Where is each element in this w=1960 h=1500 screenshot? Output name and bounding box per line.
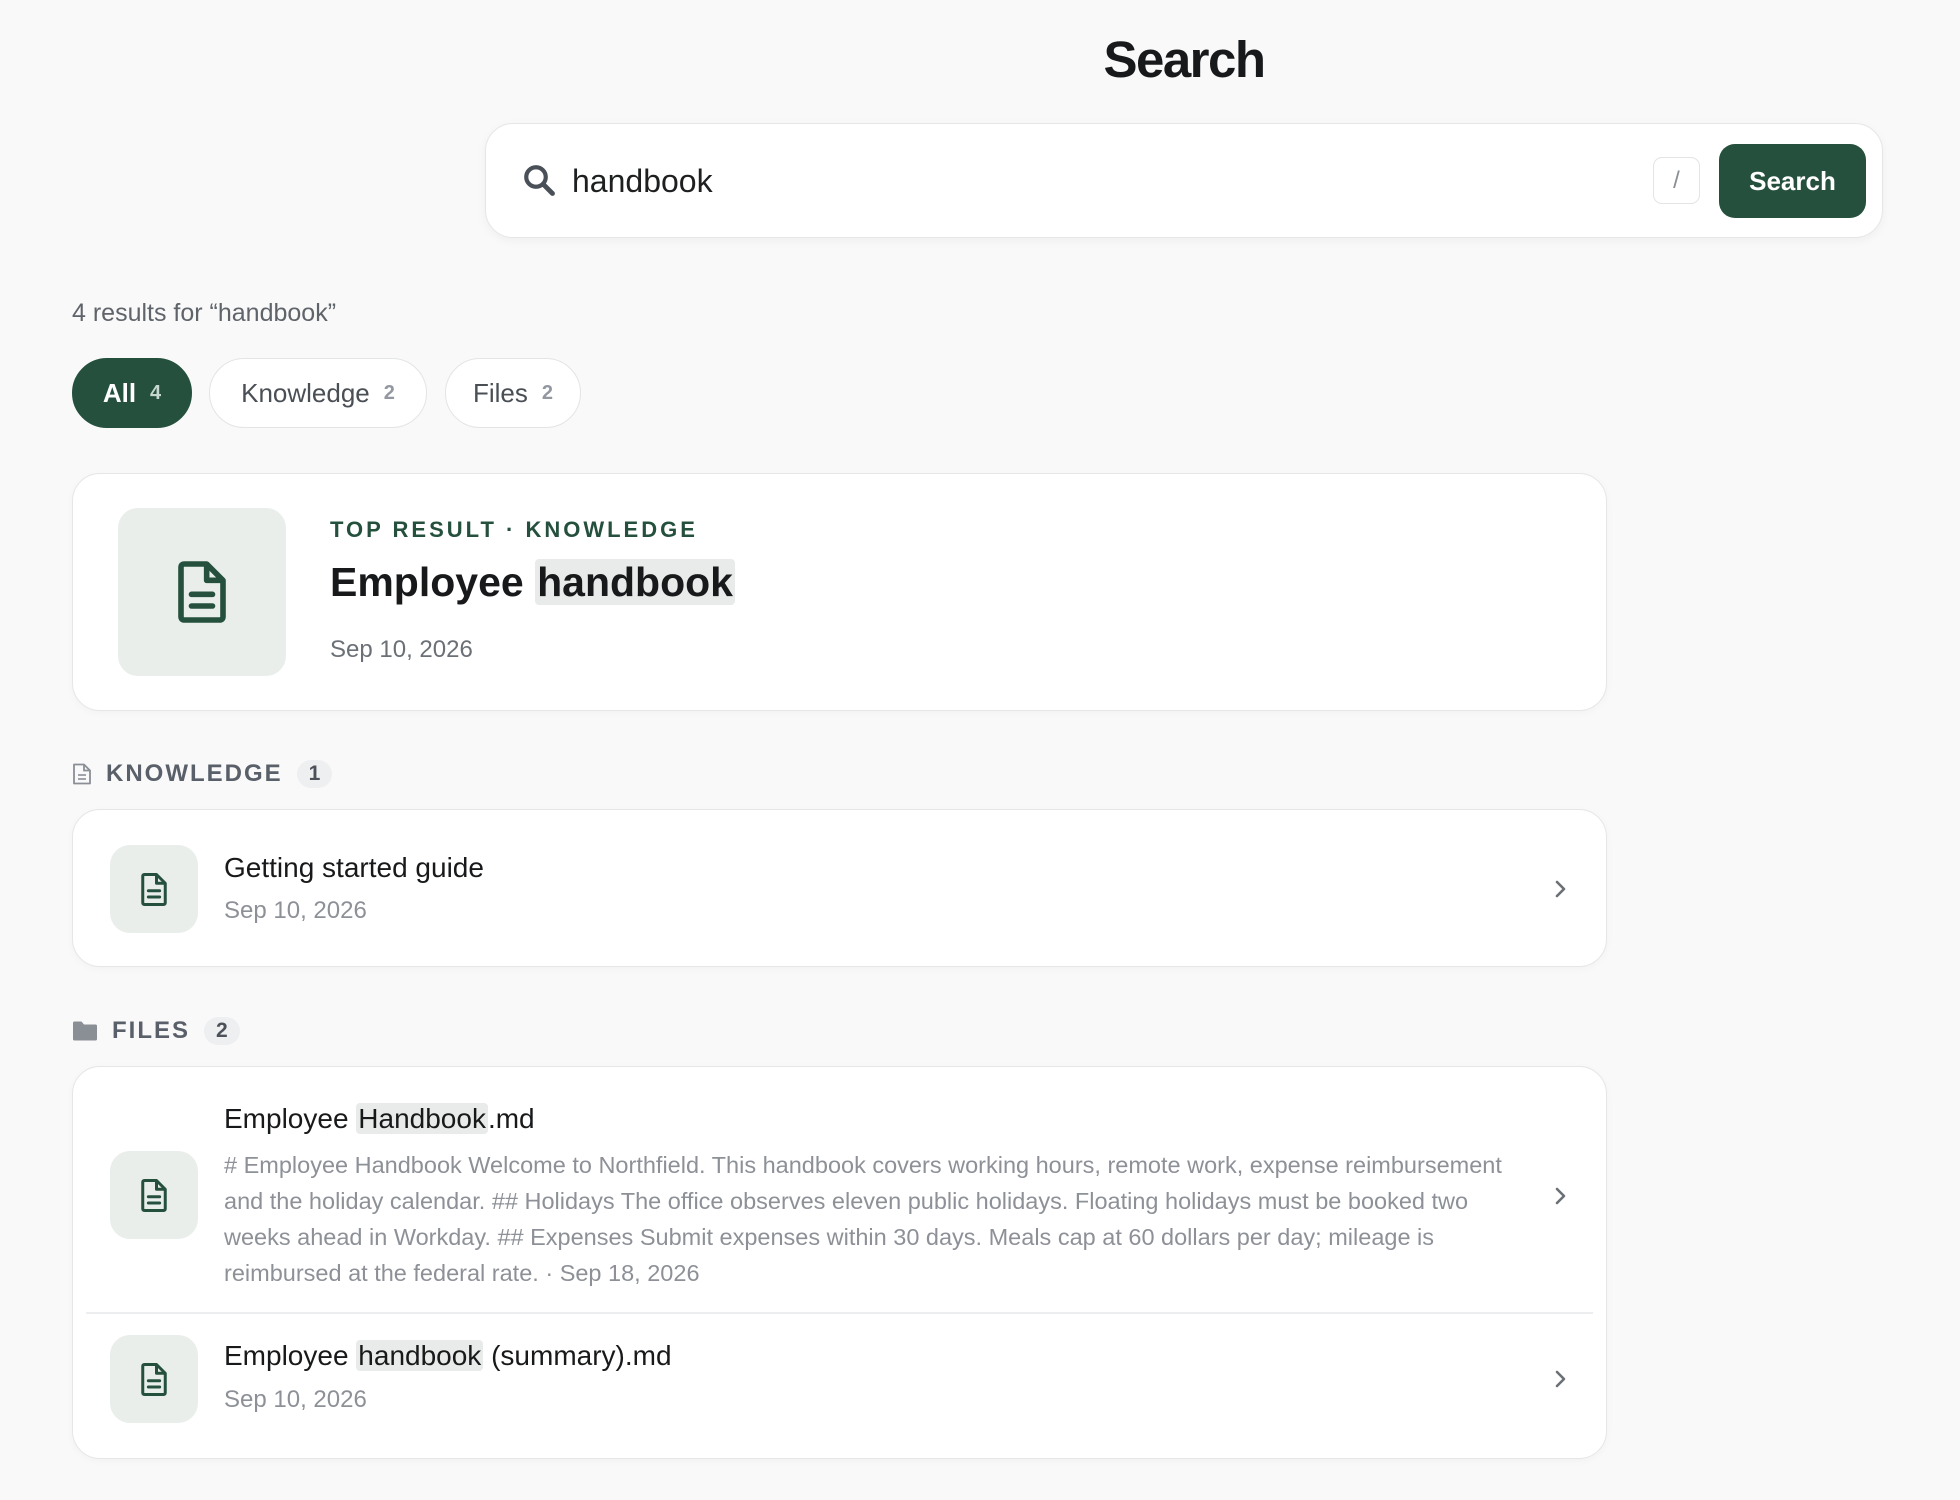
filter-chip-knowledge[interactable]: Knowledge 2 <box>209 358 427 428</box>
chevron-right-icon <box>1555 1187 1566 1205</box>
item-icon-tile <box>110 1335 198 1423</box>
section-label: FILES <box>112 1017 191 1044</box>
document-icon <box>141 872 167 906</box>
filter-chip-count: 2 <box>541 381 554 404</box>
chevron-right-icon <box>1555 880 1566 898</box>
item-title: Employee handbook (summary).md <box>224 1340 672 1372</box>
knowledge-results-card: Getting started guide Sep 10, 2026 <box>72 809 1607 967</box>
section-header-files: FILES 2 <box>72 1016 240 1046</box>
item-date: Sep 10, 2026 <box>224 897 367 924</box>
title-text: Employee <box>330 559 536 605</box>
list-item[interactable]: Employee handbook (summary).md Sep 10, 2… <box>73 1313 1606 1460</box>
files-results-card: Employee Handbook.md # Employee Handbook… <box>72 1066 1607 1459</box>
document-icon <box>141 1178 167 1212</box>
filter-chip-count: 4 <box>150 381 162 404</box>
list-item[interactable]: Getting started guide Sep 10, 2026 <box>73 810 1606 966</box>
item-date: Sep 10, 2026 <box>224 1386 367 1413</box>
top-result-date: Sep 10, 2026 <box>330 636 473 663</box>
top-result-card[interactable]: TOP RESULT · KNOWLEDGE Employee handbook… <box>72 473 1607 711</box>
item-title: Employee Handbook.md <box>224 1103 535 1135</box>
document-icon <box>141 1362 167 1396</box>
title-text: Employee <box>224 1103 357 1134</box>
filter-chip-label: Knowledge <box>241 377 370 408</box>
filter-chip-label: Files <box>472 377 528 408</box>
item-snippet: # Employee Handbook Welcome to Northfiel… <box>224 1152 1502 1286</box>
filter-chip-all[interactable]: All 4 <box>72 358 192 428</box>
search-button[interactable]: Search <box>1719 144 1866 218</box>
filter-chip-count: 2 <box>383 381 395 404</box>
top-result-kicker: TOP RESULT · KNOWLEDGE <box>330 517 698 542</box>
folder-icon <box>73 1021 97 1041</box>
top-result-icon-tile <box>118 508 286 676</box>
item-icon-tile <box>110 1151 198 1239</box>
search-highlight: handbook <box>535 559 735 605</box>
chevron-right-icon <box>1555 1370 1566 1388</box>
results-summary: 4 results for “handbook” <box>72 299 337 327</box>
item-icon-tile <box>110 845 198 933</box>
title-text: .md <box>487 1103 535 1134</box>
document-icon <box>178 561 226 623</box>
item-title: Getting started guide <box>224 852 484 883</box>
top-result-title: Employee handbook <box>330 559 735 606</box>
filter-chip-files[interactable]: Files 2 <box>445 358 581 428</box>
search-highlight: handbook <box>356 1340 484 1371</box>
section-header-knowledge: KNOWLEDGE 1 <box>72 759 333 789</box>
search-icon <box>524 165 555 196</box>
filter-chip-label: All <box>102 377 137 408</box>
keyboard-shortcut-hint: / <box>1653 157 1700 204</box>
title-text: Employee <box>224 1340 357 1371</box>
search-highlight: Handbook <box>356 1103 488 1134</box>
search-input[interactable] <box>572 151 1572 211</box>
title-text: (summary).md <box>483 1340 672 1371</box>
search-bar: / Search <box>485 123 1883 238</box>
section-count: 2 <box>204 1017 240 1045</box>
section-count: 1 <box>296 760 333 788</box>
document-outline-icon <box>73 763 91 785</box>
section-label: KNOWLEDGE <box>106 760 283 787</box>
list-item[interactable]: Employee Handbook.md # Employee Handbook… <box>73 1067 1606 1312</box>
page-title: Search <box>1103 31 1266 88</box>
